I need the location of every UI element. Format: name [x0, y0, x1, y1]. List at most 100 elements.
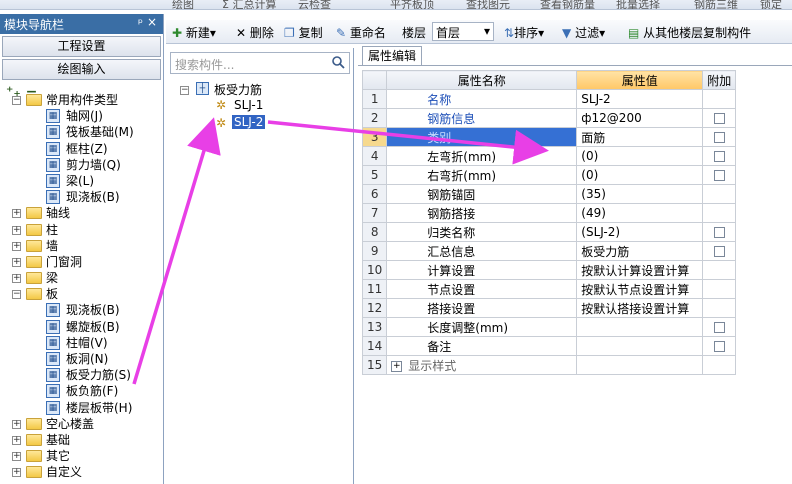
property-row[interactable]: 12 搭接设置 按默认搭接设置计算 — [361, 298, 737, 318]
delete-button[interactable]: ✕ 删除 — [236, 24, 274, 41]
property-value[interactable] — [576, 355, 704, 375]
collapse-toggle[interactable]: − — [12, 96, 21, 105]
tree-item[interactable]: ▦ 板受力筋(S) — [0, 367, 163, 383]
property-value[interactable]: (0) — [576, 146, 704, 166]
copy-from-floor-button[interactable]: ▤ 从其他楼层复制构件 — [628, 24, 751, 41]
draw-input-button[interactable]: 绘图输入 — [2, 59, 161, 80]
property-value[interactable]: (35) — [576, 184, 704, 204]
tree-item[interactable]: + 空心楼盖 — [0, 416, 163, 432]
property-row[interactable]: 11 节点设置 按默认节点设置计算 — [361, 279, 737, 299]
tree-item[interactable]: + 梁 — [0, 270, 163, 286]
tree-item[interactable]: ▦ 螺旋板(B) — [0, 319, 163, 335]
extra-checkbox[interactable] — [713, 113, 725, 124]
property-row[interactable]: 9 汇总信息 板受力筋 — [361, 241, 737, 261]
extra-checkbox[interactable] — [713, 341, 725, 352]
property-row[interactable]: 6 钢筋锚固 (35) — [361, 184, 737, 204]
search-input[interactable]: 搜索构件... — [170, 52, 350, 74]
property-row[interactable]: 4 左弯折(mm) (0) — [361, 146, 737, 166]
property-value[interactable]: 板受力筋 — [576, 241, 704, 261]
property-value[interactable]: (SLJ-2) — [576, 222, 704, 242]
new-button[interactable]: ✚ 新建▾ — [172, 24, 216, 41]
search-icon[interactable] — [331, 55, 345, 69]
property-value[interactable]: (49) — [576, 203, 704, 223]
tree-item[interactable]: ▦ 楼层板带(H) — [0, 400, 163, 416]
extra-checkbox[interactable] — [713, 246, 725, 257]
property-value[interactable]: 按默认计算设置计算 — [576, 260, 704, 280]
tree-item[interactable]: ▦ 梁(L) — [0, 173, 163, 189]
floor-select[interactable]: 首层 ▾ — [432, 22, 494, 41]
property-value[interactable]: 按默认搭接设置计算 — [576, 298, 704, 318]
property-value[interactable]: SLJ-2 — [576, 89, 704, 109]
tree-item[interactable]: − 常用构件类型 — [0, 92, 163, 108]
property-value[interactable]: 按默认节点设置计算 — [576, 279, 704, 299]
tree-item[interactable]: ▦ 框柱(Z) — [0, 141, 163, 157]
extra-checkbox[interactable] — [713, 170, 725, 181]
tree-item[interactable]: ▦ 轴网(J) — [0, 108, 163, 124]
extra-checkbox[interactable] — [713, 227, 725, 238]
expand-toggle[interactable]: + — [12, 241, 21, 251]
tree-item[interactable]: + 基础 — [0, 432, 163, 448]
list-root[interactable]: 板受力筋 — [214, 81, 262, 98]
property-value[interactable]: (0) — [576, 165, 704, 185]
extra-checkbox[interactable] — [713, 151, 725, 162]
property-row[interactable]: 7 钢筋搭接 (49) — [361, 203, 737, 223]
project-settings-button[interactable]: 工程设置 — [2, 36, 161, 57]
property-value[interactable]: 面筋 — [576, 127, 704, 147]
lock-button[interactable]: 锁定 — [760, 0, 782, 9]
extra-checkbox[interactable] — [713, 322, 725, 333]
rebar-3d-button[interactable]: 钢筋三维 — [694, 0, 738, 9]
property-value[interactable] — [576, 317, 704, 337]
collapse-toggle[interactable]: − — [12, 290, 21, 300]
draw-button[interactable]: 绘图 — [172, 0, 194, 9]
expand-toggle[interactable]: + — [391, 360, 403, 372]
property-row[interactable]: 3 类别 面筋 — [361, 127, 737, 147]
expand-toggle[interactable]: + — [12, 274, 21, 284]
close-icon[interactable]: × — [147, 15, 157, 29]
property-row[interactable]: 13 长度调整(mm) — [361, 317, 737, 337]
rename-button[interactable]: ✎ 重命名 — [336, 24, 386, 41]
collapse-toggle[interactable]: − — [180, 86, 189, 95]
tree-item[interactable]: ▦ 筏板基础(M) — [0, 124, 163, 140]
tree-item[interactable]: ▦ 板负筋(F) — [0, 383, 163, 399]
tab-property-edit[interactable]: 属性编辑 — [362, 46, 422, 66]
property-row[interactable]: 8 归类名称 (SLJ-2) — [361, 222, 737, 242]
expand-toggle[interactable]: + — [12, 257, 21, 267]
property-row[interactable]: 1 名称 SLJ-2 — [361, 89, 737, 109]
tree-item[interactable]: ▦ 柱帽(V) — [0, 335, 163, 351]
tree-item[interactable]: ▦ 剪力墙(Q) — [0, 157, 163, 173]
extra-checkbox[interactable] — [713, 132, 725, 143]
tree-item[interactable]: + 柱 — [0, 222, 163, 238]
tree-item[interactable]: + 其它 — [0, 448, 163, 464]
pin-icon[interactable]: ᵖ — [138, 16, 143, 30]
expand-toggle[interactable]: + — [12, 209, 21, 219]
property-row[interactable]: 15 + 显示样式 — [361, 355, 737, 375]
tree-item[interactable]: ▦ 现浇板(B) — [0, 302, 163, 318]
filter-button[interactable]: ▼ 过滤▾ — [562, 24, 605, 41]
expand-toggle[interactable]: + — [12, 225, 21, 235]
tree-item[interactable]: − 板 — [0, 286, 163, 302]
list-item-slj-1[interactable]: SLJ-1 — [234, 98, 263, 112]
sort-button[interactable]: ⇅排序▾ — [504, 24, 544, 41]
expand-toggle[interactable]: + — [12, 452, 21, 462]
tree-item[interactable]: ▦ 现浇板(B) — [0, 189, 163, 205]
sum-calc-button[interactable]: Σ 汇总计算 — [222, 0, 276, 9]
view-rebar-button[interactable]: 查看钢筋量 — [540, 0, 595, 9]
property-row[interactable]: 10 计算设置 按默认计算设置计算 — [361, 260, 737, 280]
copy-button[interactable]: ❐ 复制 — [284, 24, 323, 41]
expand-toggle[interactable]: + — [12, 435, 21, 445]
tree-item[interactable]: + 自定义 — [0, 464, 163, 480]
align-slab-top-button[interactable]: 平齐板顶 — [390, 0, 434, 9]
property-value[interactable] — [576, 336, 704, 356]
tree-item[interactable]: + 轴线 — [0, 205, 163, 221]
expand-toggle[interactable]: + — [12, 419, 21, 429]
expand-toggle[interactable]: + — [12, 468, 21, 478]
cloud-check-button[interactable]: 云检查 — [298, 0, 331, 9]
find-element-button[interactable]: 查找图元 — [466, 0, 510, 9]
tree-item[interactable]: + 墙 — [0, 238, 163, 254]
property-row[interactable]: 5 右弯折(mm) (0) — [361, 165, 737, 185]
property-value[interactable]: ф12@200 — [576, 108, 704, 128]
tree-item[interactable]: + 门窗洞 — [0, 254, 163, 270]
property-row[interactable]: 2 钢筋信息 ф12@200 — [361, 108, 737, 128]
list-item-slj-2[interactable]: SLJ-2 — [232, 115, 266, 129]
property-row[interactable]: 14 备注 — [361, 336, 737, 356]
